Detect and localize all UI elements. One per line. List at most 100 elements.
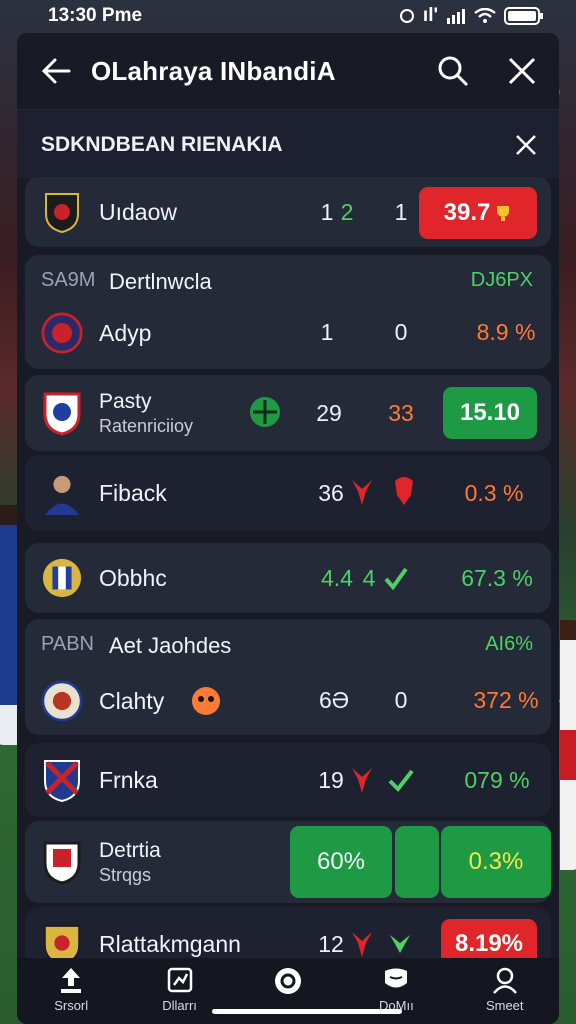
group-card: PABN Aet Jaohdes AI6% Clahty 6Ə 0 372 % <box>25 619 551 735</box>
team-name: Pasty <box>99 389 152 413</box>
tab-label: Smeet <box>485 998 524 1013</box>
group-tag: AI6% <box>485 633 533 655</box>
percentage-value: 60% <box>316 848 366 875</box>
tab-label: Dllarrı <box>162 998 197 1013</box>
match-row[interactable]: Uıdaow 1 2 1 39.7 <box>25 177 551 247</box>
percentage-value: 15.10 <box>459 399 521 426</box>
score-b: 0 <box>394 319 408 345</box>
arrow-down-icon <box>387 929 413 957</box>
team-name: Detrtia <box>99 838 161 862</box>
pitch-icon <box>249 396 281 428</box>
boot-down-icon <box>349 765 375 795</box>
percentage-badge[interactable]: 39.7 <box>419 187 537 239</box>
percentage-value: 0.3 % <box>464 479 524 506</box>
team-subtitle: Strqgs <box>99 864 152 885</box>
match-row[interactable]: Clahty 6Ə 0 372 % <box>41 673 539 729</box>
chart-icon <box>167 967 192 993</box>
percentage-value: 8.9 % <box>476 319 536 345</box>
percentage-value: 372 % <box>473 687 539 713</box>
team-subtitle: Ratenriciioy <box>99 415 194 436</box>
team-name: Frnka <box>99 766 158 793</box>
percentage-value: 8.19% <box>454 930 524 957</box>
score-b: 33 <box>388 399 414 426</box>
score-a: 29 <box>316 399 342 426</box>
signal-text: ıl' <box>422 5 438 26</box>
tab-dllarri[interactable]: Dllarrı <box>130 966 230 1013</box>
match-row[interactable]: Frnka 19 079 % <box>25 743 551 817</box>
score-a: 4.4 <box>321 564 353 591</box>
group-name: Dertlnwcla <box>109 269 212 294</box>
percentage-value: 0.3% <box>468 848 524 875</box>
team-crest-icon <box>41 839 83 885</box>
player-avatar <box>41 470 83 516</box>
bottom-tab-bar: Srsorl Dllarrı DoMıı Smeet <box>17 958 559 1024</box>
battery-icon <box>504 7 543 25</box>
match-row[interactable]: Obbhc 4.4 4 67.3 % <box>25 543 551 613</box>
search-icon[interactable] <box>437 55 469 87</box>
section-header: SDKNDBEAN RIENAKIA <box>17 109 559 179</box>
team-crest-icon <box>41 189 83 235</box>
score-c: 1 <box>394 198 408 225</box>
score-a: 1 <box>320 198 334 225</box>
profile-icon <box>492 967 517 994</box>
match-row[interactable]: Detrtia Strqgs 60% 0.3% <box>25 821 551 903</box>
main-panel: OLahraya INbandiA SDKNDBEAN RIENAKIA Uıd… <box>17 33 559 1024</box>
team-name: Adyp <box>99 319 152 346</box>
status-bar: 13:30 Pme ıl' <box>0 0 576 32</box>
tab-domii[interactable]: DoMıı <box>346 966 446 1013</box>
team-name: Clahty <box>99 687 165 714</box>
team-crest-icon <box>41 678 83 724</box>
hand-icon <box>391 475 417 507</box>
team-name: Rlattakmgann <box>99 930 241 957</box>
alarm-icon <box>399 9 414 23</box>
mascot-icon <box>191 685 221 717</box>
close-section-icon[interactable] <box>515 134 537 156</box>
home-indicator[interactable] <box>212 1009 402 1014</box>
percentage-badge-right[interactable]: 0.3% <box>441 826 551 898</box>
match-row[interactable]: Pasty Ratenriciioy 29 33 15.10 <box>25 375 551 451</box>
close-icon[interactable] <box>507 56 537 86</box>
score-a: 12 <box>318 930 344 957</box>
tab-smeet[interactable]: Smeet <box>455 966 555 1013</box>
team-name: Fiback <box>99 479 167 506</box>
score-a: 1 <box>320 319 334 345</box>
score-b: 2 <box>340 198 354 225</box>
team-name: Uıdaow <box>99 198 177 225</box>
tab-srsorl[interactable]: Srsorl <box>21 966 121 1013</box>
tab-ball[interactable] <box>238 966 338 1000</box>
team-crest-icon <box>41 555 83 601</box>
ball-icon <box>274 968 301 994</box>
section-title: SDKNDBEAN RIENAKIA <box>41 132 283 156</box>
top-bar: OLahraya INbandiA <box>17 33 559 109</box>
boot-down-icon <box>349 929 375 959</box>
score-a: 6Ə <box>318 687 350 713</box>
percentage-badge-middle[interactable] <box>395 826 439 898</box>
team-crest-icon <box>41 757 83 803</box>
upload-icon <box>61 968 82 993</box>
score-a: 19 <box>318 766 344 793</box>
wifi-icon <box>474 8 496 23</box>
tab-label: Srsorl <box>54 998 89 1013</box>
match-row[interactable]: Adyp 1 0 8.9 % <box>41 305 535 361</box>
player-figure-left <box>0 505 18 745</box>
score-b: 0 <box>394 687 408 713</box>
group-code: PABN <box>41 633 94 655</box>
trophy-icon <box>497 206 510 221</box>
score-a: 36 <box>318 479 344 506</box>
group-card: SA9M Dertlnwcla DJ6PX Adyp 1 0 8.9 % <box>25 255 551 369</box>
percentage-badge-left[interactable]: 60% <box>290 826 392 898</box>
message-icon <box>385 968 408 988</box>
percentage-value: 67.3 % <box>461 564 533 591</box>
page-title: OLahraya INbandiA <box>91 55 336 86</box>
boot-down-icon <box>349 477 375 507</box>
team-crest-icon <box>41 390 83 436</box>
match-row[interactable]: Fiback 36 0.3 % <box>25 455 551 531</box>
signal-bars-icon <box>447 9 465 24</box>
score-b: 4 <box>362 564 376 591</box>
percentage-badge[interactable]: 15.10 <box>443 387 537 439</box>
back-arrow-icon[interactable] <box>41 57 71 85</box>
status-time: 13:30 <box>48 5 97 26</box>
percentage-value: 079 % <box>464 766 530 793</box>
group-tag: DJ6PX <box>470 269 533 291</box>
percentage-value: 39.7 <box>443 199 491 226</box>
